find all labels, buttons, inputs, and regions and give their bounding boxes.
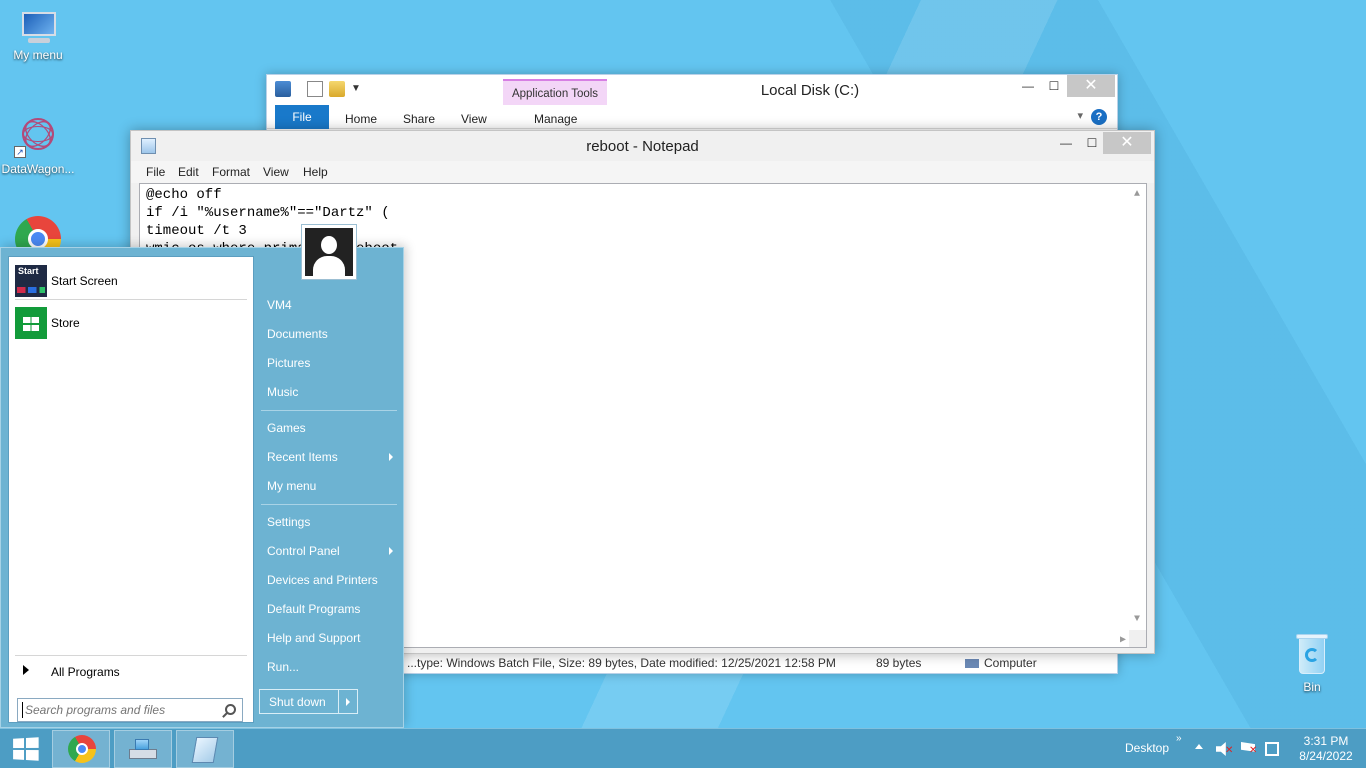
start-item-control-panel[interactable]: Control Panel: [259, 538, 399, 564]
search-input[interactable]: [22, 702, 218, 718]
desktop-toolbar-label[interactable]: Desktop: [1125, 741, 1169, 755]
show-hidden-icons-icon[interactable]: [1195, 744, 1203, 749]
desktop-icon-datawagon[interactable]: ↗ DataWagon...: [0, 110, 76, 176]
start-item-devices-and-printers[interactable]: Devices and Printers: [259, 567, 399, 593]
pinned-label: Start Screen: [51, 274, 118, 288]
clock[interactable]: 3:31 PM 8/24/2022: [1296, 734, 1356, 764]
start-button[interactable]: [0, 729, 48, 768]
close-button[interactable]: ✕: [1103, 132, 1151, 154]
volume-muted-badge-icon: ✕: [1225, 745, 1234, 756]
ribbon-tab-view[interactable]: View: [461, 112, 487, 126]
menu-edit[interactable]: Edit: [178, 165, 199, 179]
submenu-arrow-icon: [389, 547, 393, 555]
store-icon: [15, 307, 47, 339]
close-button[interactable]: ✕: [1067, 75, 1115, 97]
computer-icon: [18, 10, 58, 44]
pinned-label: Store: [51, 316, 80, 330]
shut-down-button[interactable]: Shut down: [259, 689, 358, 714]
start-item-vm4[interactable]: VM4: [259, 292, 399, 318]
text-line: if /i "%username%"=="Dartz" (: [146, 205, 390, 221]
start-search-box[interactable]: [17, 698, 243, 722]
menu-help[interactable]: Help: [303, 165, 328, 179]
divider: [15, 655, 247, 656]
toolbar-overflow-icon[interactable]: »: [1176, 733, 1182, 744]
start-menu: Start Start Screen Store All Programs VM…: [0, 224, 404, 728]
ribbon-tab-share[interactable]: Share: [403, 112, 435, 126]
desktop-icon-bin[interactable]: Bin: [1274, 632, 1350, 694]
scroll-up-icon[interactable]: ▲: [1134, 186, 1140, 204]
text-line: timeout /t 3: [146, 223, 247, 239]
expand-arrow-icon: [23, 665, 29, 675]
ribbon-tab-home[interactable]: Home: [345, 112, 377, 126]
taskbar: Desktop » ✕ ✕ 3:31 PM 8/24/2022: [0, 728, 1366, 768]
desktop-icon-label: DataWagon...: [1, 162, 75, 176]
start-item-run[interactable]: Run...: [259, 654, 399, 680]
clock-date: 8/24/2022: [1299, 749, 1353, 763]
submenu-arrow-icon: [389, 453, 393, 461]
taskbar-file-explorer[interactable]: [114, 730, 172, 768]
text-line: @echo off: [146, 187, 222, 203]
resize-grip[interactable]: [1129, 630, 1146, 647]
shortcut-arrow-icon: ↗: [14, 146, 26, 158]
explorer-ribbon-tabs: File Home Share View Manage ▾ ?: [267, 105, 1117, 129]
ribbon-tab-manage[interactable]: Manage: [534, 112, 577, 126]
taskbar-chrome[interactable]: [52, 730, 110, 768]
pinned-store[interactable]: Store: [15, 305, 247, 339]
desktop-icon-label: Bin: [1303, 680, 1321, 694]
taskbar-notepad[interactable]: [176, 730, 234, 768]
start-item-help-and-support[interactable]: Help and Support: [259, 625, 399, 651]
shut-down-options-arrow-icon[interactable]: [338, 690, 358, 713]
notepad-menubar: File Edit Format View Help: [131, 161, 1154, 183]
start-item-games[interactable]: Games: [259, 415, 399, 441]
search-icon[interactable]: [225, 704, 236, 715]
recycle-bin-icon: [1295, 632, 1329, 676]
start-item-documents[interactable]: Documents: [259, 321, 399, 347]
action-center-alert-icon: ✕: [1249, 745, 1258, 756]
menu-format[interactable]: Format: [212, 165, 250, 179]
maximize-button[interactable]: ☐: [1037, 75, 1071, 97]
divider: [15, 299, 247, 300]
divider: [261, 410, 397, 411]
notepad-title: reboot - Notepad: [586, 138, 699, 155]
help-icon[interactable]: ?: [1091, 109, 1107, 125]
desktop-icon-my-menu[interactable]: My menu: [0, 10, 76, 62]
start-screen-icon: Start: [15, 265, 47, 297]
start-menu-programs-pane: Start Start Screen Store All Programs: [8, 256, 254, 723]
start-item-default-programs[interactable]: Default Programs: [259, 596, 399, 622]
start-item-recent-items[interactable]: Recent Items: [259, 444, 399, 470]
vertical-scrollbar[interactable]: ▲ ▼: [1129, 184, 1146, 631]
chrome-icon: [68, 735, 96, 763]
ribbon-tab-file[interactable]: File: [275, 105, 329, 129]
menu-view[interactable]: View: [263, 165, 289, 179]
menu-file[interactable]: File: [146, 165, 165, 179]
start-item-pictures[interactable]: Pictures: [259, 350, 399, 376]
all-programs-button[interactable]: All Programs: [15, 661, 247, 683]
status-size: 89 bytes: [876, 656, 922, 670]
windows-logo-icon: [13, 737, 39, 761]
notepad-icon: [191, 737, 219, 763]
clock-time: 3:31 PM: [1303, 734, 1349, 748]
start-item-my-menu[interactable]: My menu: [259, 473, 399, 499]
pinned-start-screen[interactable]: Start Start Screen: [15, 263, 247, 297]
explorer-title: Local Disk (C:): [760, 82, 860, 99]
scroll-right-icon[interactable]: ▶: [1120, 632, 1126, 647]
user-avatar[interactable]: [301, 224, 357, 280]
status-details: ...type: Windows Batch File, Size: 89 by…: [407, 656, 836, 670]
scroll-down-icon[interactable]: ▼: [1134, 611, 1140, 629]
start-item-settings[interactable]: Settings: [259, 509, 399, 535]
start-item-music[interactable]: Music: [259, 379, 399, 405]
file-explorer-icon: [129, 739, 159, 761]
ribbon-expand-icon[interactable]: ▾: [1077, 109, 1083, 122]
network-icon[interactable]: [1265, 742, 1279, 756]
desktop-icon-label: My menu: [13, 48, 63, 62]
divider: [261, 504, 397, 505]
status-location: Computer: [965, 656, 1037, 670]
datawagon-icon: ↗: [14, 110, 62, 158]
explorer-titlebar[interactable]: ▼ Application Tools Local Disk (C:) — ☐ …: [267, 75, 1117, 105]
